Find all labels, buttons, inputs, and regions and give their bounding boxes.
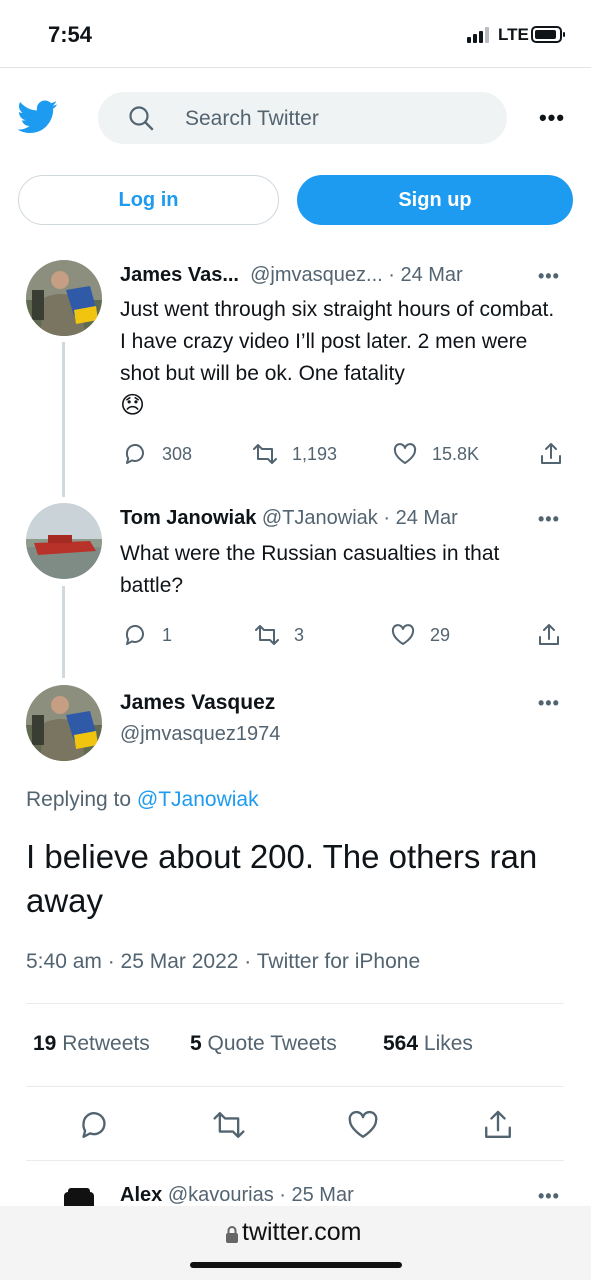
retweet-icon[interactable]: [212, 1108, 246, 1142]
reply-count: 1: [162, 624, 173, 645]
status-time: 7:54: [48, 22, 93, 47]
mention-link[interactable]: @TJanowiak: [137, 788, 259, 811]
browser-url[interactable]: twitter.com: [242, 1218, 361, 1247]
thread-line: [62, 342, 65, 497]
share-icon: [539, 624, 559, 645]
tweet-header[interactable]: Tom Janowiak @TJanowiak · 24 Mar: [120, 507, 458, 530]
search-input[interactable]: Search Twitter: [98, 92, 507, 144]
retweets-stat[interactable]: 19 Retweets: [33, 1032, 150, 1056]
sad-emoji: 😞: [120, 392, 146, 419]
like-icon: [391, 624, 415, 645]
tweet-author-name: James Vas...: [120, 264, 239, 286]
like-count: 29: [430, 624, 451, 645]
divider: [26, 1160, 564, 1161]
battery-icon: [531, 26, 565, 43]
reply-button[interactable]: 308: [122, 440, 192, 468]
retweet-count: 3: [294, 624, 305, 645]
share-icon[interactable]: [481, 1108, 515, 1142]
like-icon[interactable]: [346, 1108, 380, 1142]
tweet-text: Just went through six straight hours of …: [120, 298, 555, 419]
share-button[interactable]: [538, 440, 578, 468]
signup-button[interactable]: Sign up: [297, 175, 573, 225]
tweet-date: · 25 Mar: [279, 1184, 354, 1206]
avatar[interactable]: [26, 503, 102, 579]
tweet-author-name: Tom Janowiak: [120, 507, 257, 529]
main-author-handle[interactable]: @jmvasquez1974: [120, 723, 280, 746]
tweet-meta: 5:40 am · 25 Mar 2022 · Twitter for iPho…: [26, 950, 421, 973]
main-tweet-text: I believe about 200. The others ran away: [26, 838, 538, 919]
tweet-more-icon[interactable]: •••: [538, 693, 560, 714]
divider: [26, 1003, 564, 1004]
tweet-author-name: Alex: [120, 1184, 163, 1206]
tweet-more-icon[interactable]: •••: [538, 1186, 560, 1207]
search-placeholder: Search Twitter: [185, 107, 319, 130]
reply-count: 308: [162, 443, 193, 464]
tweet-author-handle: @TJanowiak: [261, 507, 378, 529]
tweet-header[interactable]: James Vas... @jmvasquez... · 24 Mar: [120, 264, 463, 287]
retweet-count: 1,193: [292, 443, 338, 464]
like-count: 15.8K: [432, 443, 480, 464]
tweet-date: · 24 Mar: [388, 264, 463, 286]
home-indicator[interactable]: [190, 1262, 402, 1268]
like-button[interactable]: 29: [390, 621, 450, 649]
reply-icon: [125, 444, 144, 464]
thread-line: [62, 586, 65, 678]
like-button[interactable]: 15.8K: [392, 440, 479, 468]
tweet-author-handle: @jmvasquez...: [250, 264, 383, 286]
avatar[interactable]: [26, 260, 102, 336]
retweet-button[interactable]: 3: [254, 621, 304, 649]
reply-button[interactable]: 1: [122, 621, 172, 649]
retweet-icon: [255, 625, 279, 645]
twitter-bird-icon[interactable]: [18, 100, 58, 134]
tweet-more-icon[interactable]: •••: [538, 266, 560, 287]
likes-stat[interactable]: 564 Likes: [383, 1032, 473, 1056]
tweet-more-icon[interactable]: •••: [538, 509, 560, 530]
reply-icon[interactable]: [77, 1108, 111, 1142]
share-icon: [541, 443, 561, 464]
replying-to: Replying to @TJanowiak: [26, 788, 259, 811]
divider: [26, 1086, 564, 1087]
search-icon: [129, 106, 154, 131]
tweet-text: What were the Russian casualties in that…: [120, 542, 500, 597]
retweet-icon: [253, 444, 277, 464]
retweet-button[interactable]: 1,193: [252, 440, 337, 468]
divider: [0, 67, 591, 68]
signal-icon: [467, 27, 492, 43]
lock-icon: [226, 1226, 238, 1243]
status-bar: 7:54 LTE: [0, 0, 591, 66]
reply-icon: [125, 625, 144, 645]
avatar[interactable]: [26, 685, 102, 761]
tweet-author-handle: @kavourias: [167, 1184, 274, 1206]
network-type: LTE: [498, 25, 529, 44]
quote-tweets-stat[interactable]: 5 Quote Tweets: [190, 1032, 337, 1056]
share-button[interactable]: [536, 621, 576, 649]
tweet-date: · 24 Mar: [383, 507, 458, 529]
main-author-name[interactable]: James Vasquez: [120, 691, 275, 715]
login-button[interactable]: Log in: [18, 175, 279, 225]
tweet-header[interactable]: Alex @kavourias · 25 Mar: [120, 1184, 354, 1207]
like-icon: [393, 443, 417, 464]
more-icon[interactable]: •••: [534, 105, 570, 131]
